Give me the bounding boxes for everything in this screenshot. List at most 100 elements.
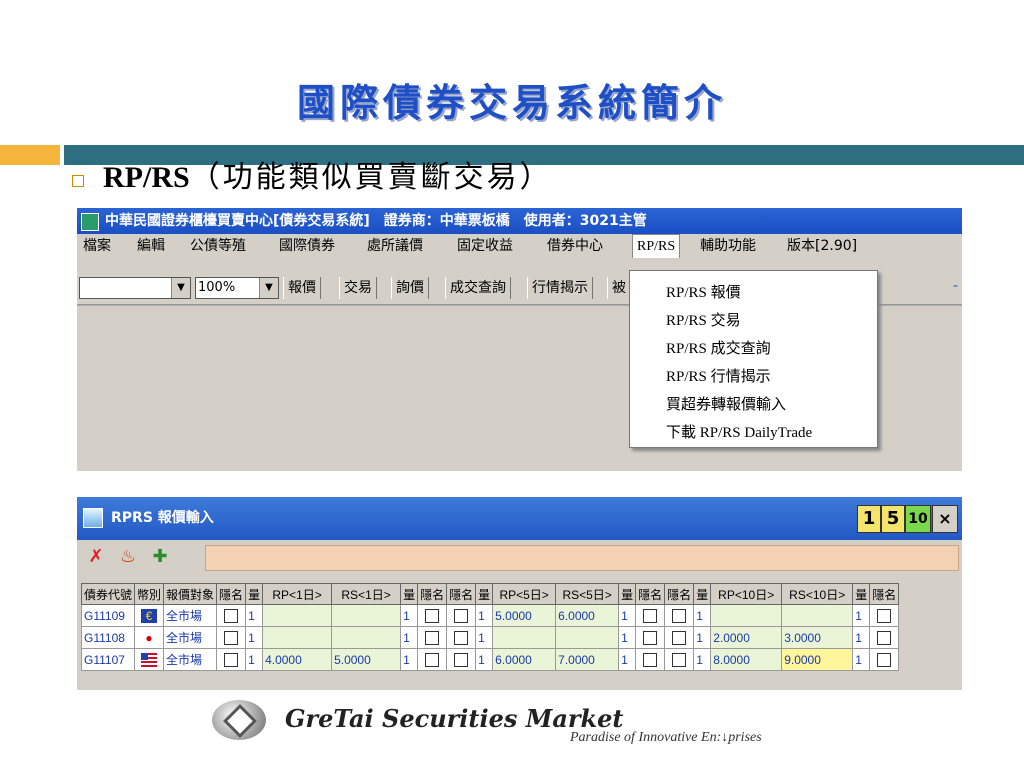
zoom-select[interactable]: 100% ▼ [195,277,279,299]
quote-target-cell[interactable]: 全市場 [163,648,218,671]
qty-cell[interactable]: 1 [852,626,871,649]
checkbox[interactable] [643,608,658,623]
menu-intl-bonds[interactable]: 國際債券 [279,234,335,258]
qty-cell[interactable]: 1 [475,648,494,671]
rs10-cell[interactable]: 3.0000 [781,626,854,649]
anonymous-checkbox-cell[interactable] [446,604,477,627]
chevron-down-icon[interactable]: ▼ [171,278,190,298]
menu-edit[interactable]: 編輯 [137,234,165,258]
anonymous-checkbox-cell[interactable] [664,626,695,649]
checkbox[interactable] [643,630,658,645]
checkbox[interactable] [224,630,239,645]
checkbox[interactable] [672,630,687,645]
checkbox[interactable] [877,652,892,667]
checkbox[interactable] [877,630,892,645]
anonymous-checkbox-cell[interactable] [417,626,448,649]
rp1-cell[interactable] [262,626,333,649]
view-10-button[interactable]: 10 [905,505,931,533]
add-icon[interactable]: ✚ [147,545,173,569]
qty-cell[interactable]: 1 [618,604,637,627]
rp10-cell[interactable]: 2.0000 [710,626,783,649]
anonymous-checkbox-cell[interactable] [869,648,900,671]
menu-otc-negotiation[interactable]: 處所議價 [367,234,423,258]
inquiry-button[interactable]: 詢價 [391,277,429,299]
menu-fixed-income[interactable]: 固定收益 [457,234,513,258]
anonymous-checkbox-cell[interactable] [869,626,900,649]
qty-cell[interactable]: 1 [852,604,871,627]
anonymous-checkbox-cell[interactable] [216,604,247,627]
table-row[interactable]: G11109 € 全市場 1 1 1 5.0000 6.0000 1 1 1 [80,604,900,627]
bond-code-cell[interactable]: G11107 [80,648,136,671]
anonymous-checkbox-cell[interactable] [635,648,666,671]
checkbox[interactable] [454,652,469,667]
rs5-cell[interactable]: 7.0000 [555,648,620,671]
rs1-cell[interactable] [331,604,402,627]
menu-item-rprs-deal-query[interactable]: RP/RS 成交查詢 [666,337,771,358]
chevron-down-icon[interactable]: ▼ [259,278,278,298]
checkbox[interactable] [877,608,892,623]
qty-cell[interactable]: 1 [618,626,637,649]
anonymous-checkbox-cell[interactable] [664,648,695,671]
checkbox[interactable] [425,652,440,667]
anonymous-checkbox-cell[interactable] [216,626,247,649]
rp10-cell[interactable]: 8.0000 [710,648,783,671]
quote-target-cell[interactable]: 全市場 [163,604,218,627]
qty-cell[interactable]: 1 [852,648,871,671]
menu-file[interactable]: 檔案 [83,234,111,258]
qty-cell[interactable]: 1 [245,648,264,671]
checkbox[interactable] [454,608,469,623]
bond-code-cell[interactable]: G11108 [80,626,136,649]
qty-cell[interactable]: 1 [400,604,419,627]
menu-version[interactable]: 版本[2.90] [787,234,857,258]
rs1-cell[interactable]: 5.0000 [331,648,402,671]
fire-icon[interactable]: ♨ [115,545,141,569]
rs5-cell[interactable]: 6.0000 [555,604,620,627]
checkbox[interactable] [672,608,687,623]
rp1-cell[interactable]: 4.0000 [262,648,333,671]
quote-button[interactable]: 報價 [283,277,321,299]
qty-cell[interactable]: 1 [400,626,419,649]
anonymous-checkbox-cell[interactable] [869,604,900,627]
qty-cell[interactable]: 1 [475,626,494,649]
checkbox[interactable] [425,608,440,623]
quote-target-cell[interactable]: 全市場 [163,626,218,649]
checkbox[interactable] [643,652,658,667]
checkbox[interactable] [224,652,239,667]
menu-item-rprs-market-info[interactable]: RP/RS 行情揭示 [666,365,771,386]
rs1-cell[interactable] [331,626,402,649]
market-info-button[interactable]: 行情揭示 [527,277,593,299]
qty-cell[interactable]: 1 [245,604,264,627]
rs10-cell[interactable]: 9.0000 [781,648,854,671]
rp10-cell[interactable] [710,604,783,627]
passive-button[interactable]: 被 [607,277,631,299]
menu-item-rprs-quote[interactable]: RP/RS 報價 [666,281,741,302]
rp5-cell[interactable] [492,626,557,649]
menu-tools[interactable]: 輔助功能 [700,234,756,258]
qty-cell[interactable]: 1 [693,604,712,627]
menu-rprs[interactable]: RP/RS [632,234,681,258]
qty-cell[interactable]: 1 [475,604,494,627]
qty-cell[interactable]: 1 [400,648,419,671]
checkbox[interactable] [224,608,239,623]
view-5-button[interactable]: 5 [881,505,905,533]
qty-cell[interactable]: 1 [693,648,712,671]
checkbox[interactable] [454,630,469,645]
rp1-cell[interactable] [262,604,333,627]
trade-button[interactable]: 交易 [339,277,377,299]
menu-govbond-yield[interactable]: 公債等殖 [190,234,246,258]
checkbox[interactable] [672,652,687,667]
deal-query-button[interactable]: 成交查詢 [445,277,511,299]
menu-securities-lending[interactable]: 借券中心 [547,234,603,258]
menu-item-download-dailytrade[interactable]: 下載 RP/RS DailyTrade [666,421,812,442]
rp5-cell[interactable]: 6.0000 [492,648,557,671]
qty-cell[interactable]: 1 [245,626,264,649]
table-row[interactable]: G11107 全市場 1 4.0000 5.0000 1 1 6.0000 7.… [80,648,900,671]
rp5-cell[interactable]: 5.0000 [492,604,557,627]
rs10-cell[interactable] [781,604,854,627]
table-row[interactable]: G11108 ● 全市場 1 1 1 1 1 2.0000 3.0000 1 [80,626,900,649]
rs5-cell[interactable] [555,626,620,649]
anonymous-checkbox-cell[interactable] [417,648,448,671]
anonymous-checkbox-cell[interactable] [446,648,477,671]
anonymous-checkbox-cell[interactable] [216,648,247,671]
bond-code-cell[interactable]: G11109 [80,604,136,627]
